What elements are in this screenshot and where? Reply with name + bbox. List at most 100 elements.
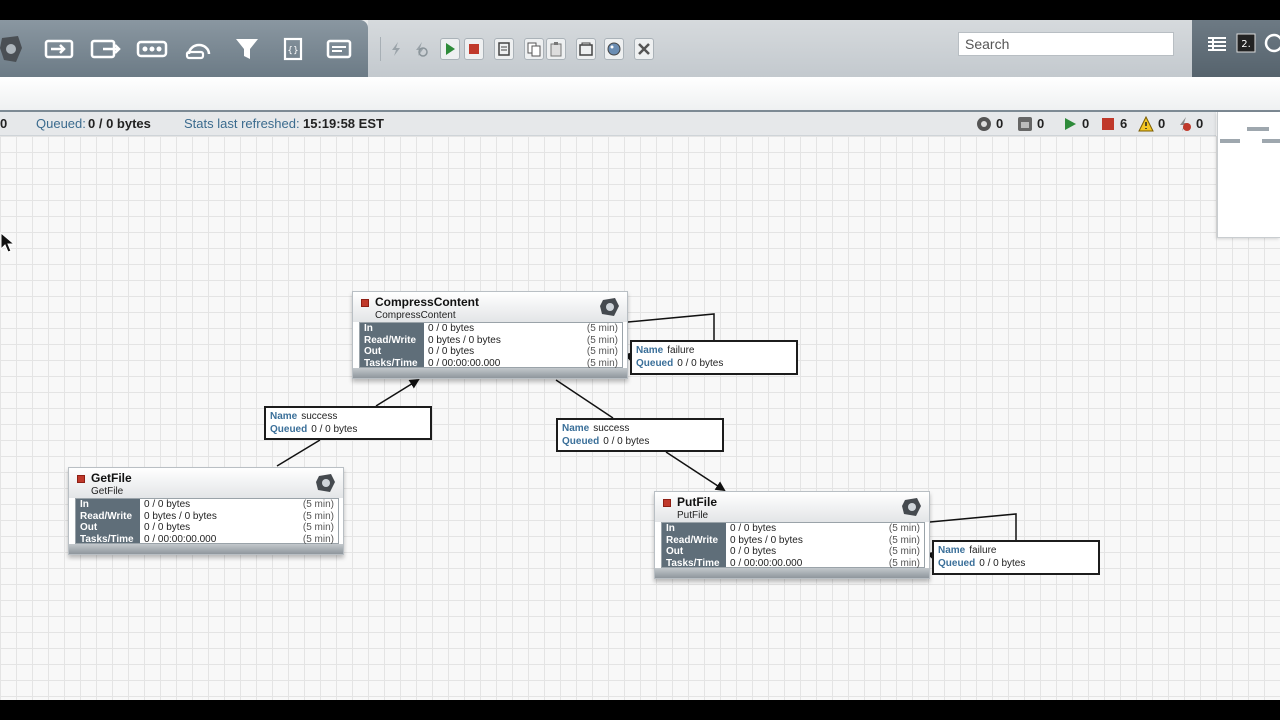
connection-label-success-getfile[interactable]: Name success Queued 0 / 0 bytes — [264, 406, 432, 440]
processor-stats: In 0 / 0 bytes (5 min) Read/Write 0 bytes /… — [359, 322, 623, 369]
stat-in-value: 0 / 0 bytes — [428, 323, 475, 334]
conn-name-label: Name — [636, 345, 664, 356]
conn-queued-value: 0 / 0 bytes — [979, 558, 1026, 569]
transmitting-icon — [977, 117, 991, 131]
processor-getfile[interactable]: GetFile GetFile In 0 / 0 bytes (5 min) Rea… — [68, 467, 344, 555]
conn-name-value: success — [301, 411, 338, 422]
stat-period: (5 min) — [586, 334, 618, 346]
header-spacer — [0, 77, 1280, 111]
process-group-icon[interactable] — [135, 35, 169, 63]
processor-type: CompressContent — [375, 310, 456, 321]
stat-period: (5 min) — [586, 323, 618, 334]
stopped-icon — [1102, 118, 1114, 130]
search-input[interactable] — [958, 32, 1174, 56]
enable-icon[interactable] — [386, 38, 406, 60]
summary-table-icon[interactable] — [1206, 34, 1228, 54]
active-threads-value: 0 — [0, 116, 8, 131]
svg-text:2.: 2. — [1241, 39, 1251, 50]
disabled-count: 0 — [1196, 116, 1204, 131]
not-transmitting-count: 0 — [1037, 116, 1045, 131]
invalid-status: 0 — [1138, 112, 1165, 136]
nifi-logo-icon — [0, 34, 24, 64]
processor-putfile[interactable]: PutFile PutFile In 0 / 0 bytes (5 min) Rea… — [654, 491, 930, 579]
stat-label-in: In — [80, 499, 89, 510]
processor-header: PutFile PutFile — [655, 492, 929, 522]
conn-name-value: success — [593, 423, 630, 434]
stat-label-out: Out — [364, 346, 382, 357]
processor-name: CompressContent — [375, 295, 480, 309]
stat-label-out: Out — [666, 546, 684, 557]
processor-header: GetFile GetFile — [69, 468, 343, 498]
stat-label-in: In — [666, 523, 675, 534]
processor-footer — [69, 544, 343, 554]
processor-icon[interactable] — [42, 35, 76, 63]
stat-period: (5 min) — [302, 510, 334, 522]
running-icon — [1065, 118, 1076, 130]
stat-label-out: Out — [80, 522, 98, 533]
connection-label-failure-putfile[interactable]: Name failure Queued 0 / 0 bytes — [932, 540, 1100, 575]
copy-icon[interactable] — [524, 38, 544, 60]
queued-label: Queued: — [36, 116, 86, 131]
stat-out-value: 0 / 0 bytes — [428, 346, 475, 357]
stat-in-value: 0 / 0 bytes — [144, 499, 191, 510]
toolbar-divider — [380, 37, 381, 61]
create-template-icon[interactable] — [494, 38, 514, 60]
conn-queued-label: Queued — [636, 358, 674, 369]
stat-label-read-write: Read/Write — [364, 334, 417, 346]
processor-type: GetFile — [91, 486, 124, 497]
stat-read-write-value: 0 bytes / 0 bytes — [144, 510, 217, 522]
input-port-icon[interactable] — [88, 35, 122, 63]
processor-type: PutFile — [677, 510, 709, 521]
invalid-count: 0 — [1158, 116, 1166, 131]
stat-in-value: 0 / 0 bytes — [730, 523, 777, 534]
conn-queued-label: Queued — [270, 424, 308, 435]
delete-icon[interactable] — [634, 38, 654, 60]
conn-queued-value: 0 / 0 bytes — [677, 358, 724, 369]
disabled-status: 0 — [1176, 112, 1203, 136]
change-color-icon[interactable] — [604, 38, 624, 60]
start-icon[interactable] — [440, 38, 460, 60]
refreshed-value: 15:19:58 EST — [303, 116, 384, 131]
stat-read-write-value: 0 bytes / 0 bytes — [428, 334, 501, 346]
conn-queued-value: 0 / 0 bytes — [311, 424, 358, 435]
stopped-status: 6 — [1100, 112, 1127, 136]
stop-icon[interactable] — [464, 38, 484, 60]
label-icon[interactable] — [322, 35, 356, 63]
processor-gear-icon — [600, 298, 619, 316]
stat-label-read-write: Read/Write — [666, 534, 719, 546]
stat-period: (5 min) — [888, 523, 920, 534]
processor-name: PutFile — [677, 495, 718, 509]
conn-name-label: Name — [562, 423, 590, 434]
not-transmitting-status: 0 — [1017, 112, 1044, 136]
group-icon[interactable] — [576, 38, 596, 60]
processor-footer — [353, 368, 627, 378]
conn-name-label: Name — [938, 545, 966, 556]
stat-period: (5 min) — [586, 346, 618, 357]
transmitting-status: 0 — [976, 112, 1003, 136]
birdseye-overview[interactable] — [1217, 112, 1280, 238]
stat-read-write-value: 0 bytes / 0 bytes — [730, 534, 803, 546]
refreshed-label: Stats last refreshed: — [184, 116, 300, 131]
disable-icon[interactable] — [410, 38, 430, 60]
stopped-state-icon — [77, 475, 85, 483]
paste-icon[interactable] — [546, 38, 566, 60]
not-transmitting-icon — [1018, 117, 1032, 131]
processor-gear-icon — [902, 498, 921, 516]
processor-stats: In 0 / 0 bytes (5 min) Read/Write 0 bytes /… — [661, 522, 925, 569]
remote-process-group-icon[interactable] — [182, 35, 216, 63]
connection-label-success-compresscontent[interactable]: Name success Queued 0 / 0 bytes — [556, 418, 724, 452]
stat-label-in: In — [364, 323, 373, 334]
help-icon[interactable] — [1262, 33, 1280, 53]
processor-stats: In 0 / 0 bytes (5 min) Read/Write 0 bytes /… — [75, 498, 339, 545]
processor-header: CompressContent CompressContent — [353, 292, 627, 322]
running-count: 0 — [1082, 116, 1090, 131]
status-bar: 0 Queued: 0 / 0 bytes Stats last refresh… — [0, 112, 1216, 136]
connection-label-failure-compresscontent[interactable]: Name failure Queued 0 / 0 bytes — [630, 340, 798, 375]
stat-period: (5 min) — [302, 499, 334, 510]
processor-compresscontent[interactable]: CompressContent CompressContent In 0 / 0 … — [352, 291, 628, 379]
funnel-icon[interactable] — [230, 35, 264, 63]
conn-queued-label: Queued — [938, 558, 976, 569]
template-icon[interactable]: {} — [276, 35, 310, 63]
stopped-count: 6 — [1120, 116, 1128, 131]
counters-icon[interactable]: 2. — [1236, 33, 1256, 53]
